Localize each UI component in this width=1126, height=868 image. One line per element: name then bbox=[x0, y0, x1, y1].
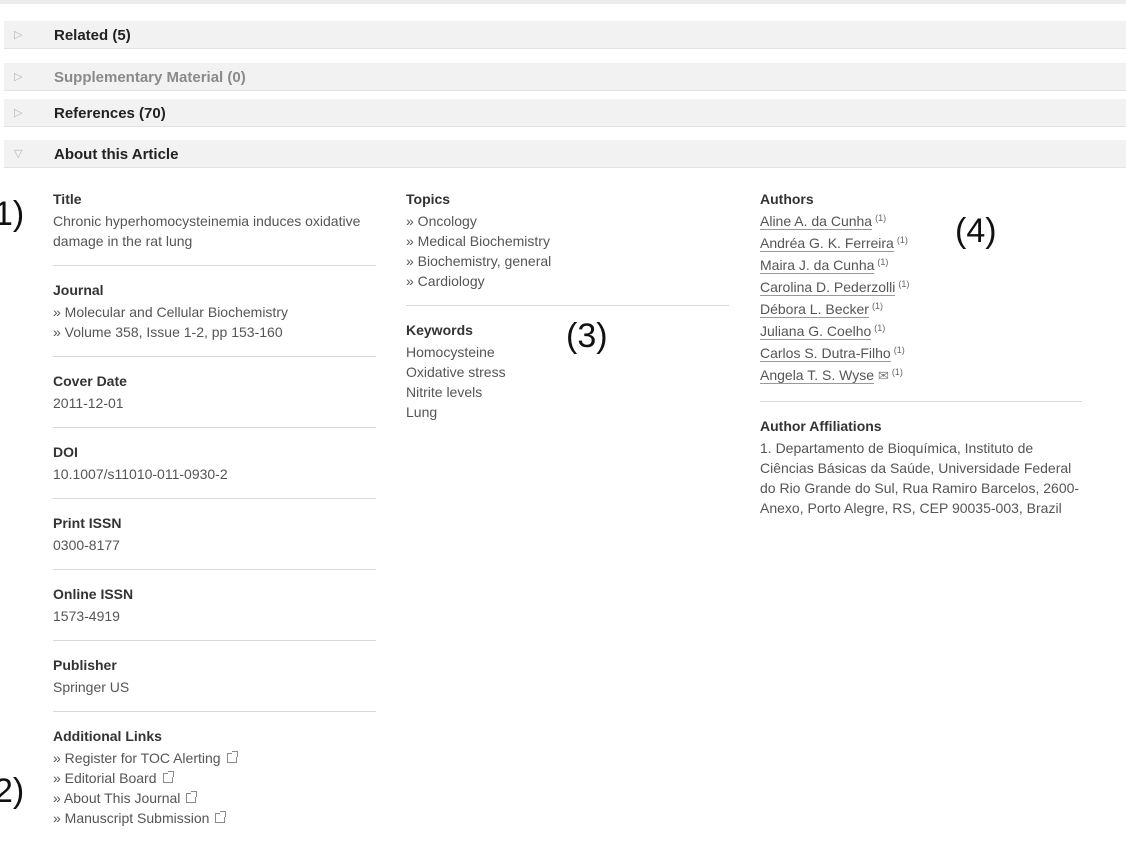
online-issn-section: Online ISSN 1573-4919 bbox=[53, 585, 376, 641]
cover-date-label: Cover Date bbox=[53, 373, 127, 389]
topics-label: Topics bbox=[406, 191, 451, 207]
online-issn-label: Online ISSN bbox=[53, 586, 134, 602]
topic-link[interactable]: » Cardiology bbox=[406, 271, 729, 291]
additional-links-section: Additional Links » Register for TOC Aler… bbox=[53, 727, 376, 842]
author-link[interactable]: Aline A. da Cunha bbox=[760, 213, 873, 230]
affiliation-marker: (1) bbox=[898, 279, 910, 289]
accordion-label: Supplementary Material (0) bbox=[54, 69, 246, 86]
external-link-icon bbox=[226, 751, 238, 763]
authors-section: Authors Aline A. da Cunha (1) Andréa G. K… bbox=[760, 190, 1082, 402]
annotation-3: (3) bbox=[566, 317, 608, 355]
author-item: Carolina D. Pederzolli (1) bbox=[760, 277, 1082, 299]
title-label: Title bbox=[53, 191, 82, 207]
print-issn-value: 0300-8177 bbox=[53, 537, 120, 553]
journal-label: Journal bbox=[53, 282, 104, 298]
additional-links-label: Additional Links bbox=[53, 728, 162, 744]
author-link[interactable]: Angela T. S. Wyse bbox=[760, 367, 875, 384]
publisher-section: Publisher Springer US bbox=[53, 656, 376, 712]
online-issn-value: 1573-4919 bbox=[53, 608, 120, 624]
affiliation-marker: (1) bbox=[877, 257, 889, 267]
keyword: Lung bbox=[406, 404, 438, 420]
annotation-4: (4) bbox=[955, 212, 997, 250]
affiliation-marker: (1) bbox=[891, 367, 903, 377]
external-link-icon bbox=[162, 771, 174, 783]
author-link[interactable]: Maira J. da Cunha bbox=[760, 257, 875, 274]
authors-label: Authors bbox=[760, 191, 814, 207]
cover-date-section: Cover Date 2011-12-01 bbox=[53, 372, 376, 428]
author-item: Andréa G. K. Ferreira (1) bbox=[760, 233, 1082, 255]
affiliation-marker: (1) bbox=[874, 323, 886, 333]
author-item: Débora L. Becker (1) bbox=[760, 299, 1082, 321]
author-link[interactable]: Juliana G. Coelho bbox=[760, 323, 872, 340]
author-item: Maira J. da Cunha (1) bbox=[760, 255, 1082, 277]
publisher-label: Publisher bbox=[53, 657, 117, 673]
external-link-icon bbox=[186, 791, 198, 803]
link-text: » Editorial Board bbox=[53, 770, 157, 786]
author-link[interactable]: Andréa G. K. Ferreira bbox=[760, 235, 894, 252]
triangle-right-icon: ▷ bbox=[14, 107, 23, 119]
topics-section: Topics » Oncology » Medical Biochemistry… bbox=[406, 190, 729, 306]
topic-link[interactable]: » Biochemistry, general bbox=[406, 251, 729, 271]
keyword: Nitrite levels bbox=[406, 384, 483, 400]
publisher-value: Springer US bbox=[53, 679, 130, 695]
accordion-label: References (70) bbox=[54, 105, 166, 122]
author-item: Carlos S. Dutra-Filho (1) bbox=[760, 343, 1082, 365]
article-title: Chronic hyperhomocysteinemia induces oxi… bbox=[53, 213, 361, 249]
affiliation-marker: (1) bbox=[896, 235, 908, 245]
accordion-supplementary-material[interactable]: ▷ Supplementary Material (0) bbox=[4, 63, 1126, 91]
doi-section: DOI 10.1007/s11010-011-0930-2 bbox=[53, 443, 376, 499]
journal-name-link[interactable]: » Molecular and Cellular Biochemistry bbox=[53, 302, 376, 322]
accordion-label: Related (5) bbox=[54, 27, 131, 44]
accordion-about-this-article[interactable]: ▽ About this Article bbox=[4, 140, 1126, 168]
about-this-journal-link[interactable]: » About This Journal bbox=[53, 788, 376, 808]
affiliation-marker: (1) bbox=[871, 301, 883, 311]
authors-column: Authors Aline A. da Cunha (1) Andréa G. K… bbox=[760, 190, 1082, 547]
manuscript-submission-link[interactable]: » Manuscript Submission bbox=[53, 808, 376, 828]
accordion-references[interactable]: ▷ References (70) bbox=[4, 99, 1126, 127]
editorial-board-link[interactable]: » Editorial Board bbox=[53, 768, 376, 788]
author-link[interactable]: Débora L. Becker bbox=[760, 301, 869, 318]
external-link-icon bbox=[215, 811, 227, 823]
author-item: Juliana G. Coelho (1) bbox=[760, 321, 1082, 343]
print-issn-label: Print ISSN bbox=[53, 515, 122, 531]
triangle-right-icon: ▷ bbox=[14, 71, 23, 83]
top-divider bbox=[0, 0, 1126, 4]
annotation-2: 2) bbox=[0, 772, 25, 810]
journal-section: Journal » Molecular and Cellular Biochem… bbox=[53, 281, 376, 357]
triangle-right-icon: ▷ bbox=[14, 29, 23, 41]
author-link[interactable]: Carolina D. Pederzolli bbox=[760, 279, 896, 296]
topic-link[interactable]: » Medical Biochemistry bbox=[406, 231, 729, 251]
cover-date-value: 2011-12-01 bbox=[53, 395, 124, 411]
author-affiliation-text: 1. Departamento de Bioquímica, Instituto… bbox=[760, 440, 1080, 516]
accordion-related[interactable]: ▷ Related (5) bbox=[4, 21, 1126, 49]
envelope-icon[interactable]: ✉ bbox=[878, 368, 889, 383]
accordion-label: About this Article bbox=[54, 146, 179, 163]
link-text: » Register for TOC Alerting bbox=[53, 750, 221, 766]
affiliation-marker: (1) bbox=[893, 345, 905, 355]
link-text: » Manuscript Submission bbox=[53, 810, 210, 826]
article-details-column: Title Chronic hyperhomocysteinemia induc… bbox=[53, 190, 376, 857]
doi-value: 10.1007/s11010-011-0930-2 bbox=[53, 466, 228, 482]
author-affiliations-section: Author Affiliations 1. Departamento de B… bbox=[760, 417, 1082, 532]
title-section: Title Chronic hyperhomocysteinemia induc… bbox=[53, 190, 376, 266]
topic-link[interactable]: » Oncology bbox=[406, 211, 729, 231]
doi-label: DOI bbox=[53, 444, 78, 460]
link-text: » About This Journal bbox=[53, 790, 181, 806]
keyword: Oxidative stress bbox=[406, 364, 506, 380]
print-issn-section: Print ISSN 0300-8177 bbox=[53, 514, 376, 570]
triangle-down-icon: ▽ bbox=[14, 148, 23, 160]
journal-volume-link[interactable]: » Volume 358, Issue 1-2, pp 153-160 bbox=[53, 322, 376, 342]
author-item: Aline A. da Cunha (1) bbox=[760, 211, 1082, 233]
author-item: Angela T. S. Wyse ✉ (1) bbox=[760, 365, 1082, 387]
annotation-1: 1) bbox=[0, 195, 25, 233]
register-toc-alerting-link[interactable]: » Register for TOC Alerting bbox=[53, 748, 376, 768]
author-link[interactable]: Carlos S. Dutra-Filho bbox=[760, 345, 891, 362]
author-affiliations-label: Author Affiliations bbox=[760, 418, 882, 434]
affiliation-marker: (1) bbox=[875, 213, 887, 223]
